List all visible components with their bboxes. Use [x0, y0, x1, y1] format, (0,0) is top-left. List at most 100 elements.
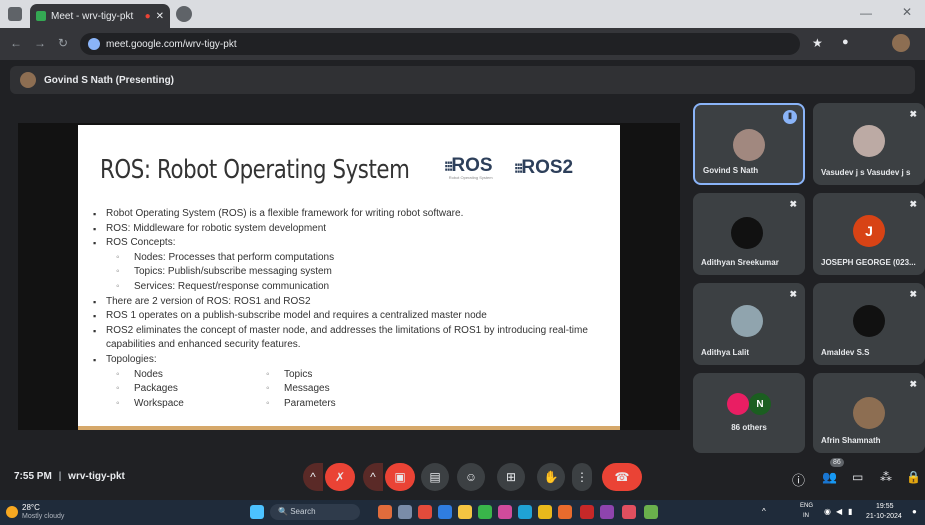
avatar [731, 305, 763, 337]
participant-name: Adithya Lalit [701, 348, 750, 357]
slide-bullet: Topologies: [93, 353, 606, 368]
muted-mic-icon: ✖ [789, 199, 797, 209]
app-icon[interactable] [378, 505, 392, 519]
forward-icon[interactable]: → [34, 36, 46, 50]
back-icon[interactable]: ← [10, 36, 22, 50]
reload-icon[interactable]: ↻ [58, 36, 68, 50]
minimize-icon[interactable]: — [860, 6, 872, 20]
battery-icon[interactable]: ▮ [848, 507, 852, 516]
app-icon[interactable] [418, 505, 432, 519]
lang-indicator[interactable]: ENG [800, 503, 813, 509]
app-icon[interactable] [580, 505, 594, 519]
topology-item: ◦ Workspace [116, 397, 184, 409]
bookmark-star-icon[interactable]: ★ [812, 36, 823, 50]
participant-name: Govind S Nath [703, 166, 759, 175]
browser-tab[interactable]: Meet - wrv-tigy-pkt ● ✕ [30, 4, 170, 28]
emoji-icon: ☺ [464, 470, 478, 484]
reactions-button[interactable]: ☺ [457, 463, 485, 491]
others-tile[interactable]: N 86 others [693, 373, 805, 453]
chrome-icon[interactable] [538, 505, 552, 519]
slide-bullet: ROS: Middleware for robotic system devel… [93, 222, 606, 237]
topology-item: ◦ Messages [266, 383, 330, 395]
window-menu-icon[interactable] [8, 7, 22, 21]
camera-toggle-button[interactable]: ▣ [385, 463, 415, 491]
ros2-logo: ⁝⁝⁝ROS2 [514, 157, 574, 178]
extension-icon[interactable]: ● [842, 36, 849, 48]
weather-icon[interactable] [6, 506, 18, 518]
avatar: J [853, 215, 885, 247]
mic-toggle-button[interactable]: ✗ [325, 463, 355, 491]
region-indicator: IN [803, 513, 809, 519]
video-options-button[interactable]: ^ [363, 463, 383, 491]
slide-sub-bullet: Services: Request/response communication [106, 280, 606, 295]
file-explorer-icon[interactable] [458, 505, 472, 519]
participant-name: Amaldev S.S [821, 348, 870, 357]
volume-icon[interactable]: ◀ [836, 507, 842, 516]
taskbar-search[interactable]: 🔍 Search [270, 504, 360, 520]
more-options-button[interactable]: ⋮ [572, 463, 592, 491]
muted-mic-icon: ✖ [789, 289, 797, 299]
meeting-details-icon[interactable]: ⓘ [792, 470, 805, 489]
participant-name: 86 others [731, 423, 767, 432]
app-icon[interactable] [498, 505, 512, 519]
presenter-label: Govind S Nath (Presenting) [44, 74, 175, 86]
slide-footer-bar [78, 426, 620, 430]
audio-options-button[interactable]: ^ [303, 463, 323, 491]
activities-icon[interactable]: ⁂ [880, 470, 892, 484]
chat-icon[interactable]: ▭ [852, 470, 863, 484]
url-text: meet.google.com/wrv-tigy-pkt [106, 38, 237, 50]
wifi-icon[interactable]: ◉ [824, 507, 831, 516]
participant-tile[interactable]: J ✖ JOSEPH GEORGE (023... [813, 193, 925, 275]
edge-icon[interactable] [518, 505, 532, 519]
people-icon[interactable]: 👥 [822, 470, 837, 484]
hang-up-icon: ☎ [614, 470, 630, 484]
notification-icon[interactable]: ● [912, 507, 917, 516]
clock-date[interactable]: 21-10-2024 [866, 513, 902, 520]
avatar [731, 217, 763, 249]
meeting-code: wrv-tigy-pkt [68, 471, 125, 482]
mic-off-icon: ✗ [334, 470, 346, 484]
participant-tile[interactable]: ✖ Vasudev j s Vasudev j s [813, 103, 925, 185]
address-bar[interactable]: meet.google.com/wrv-tigy-pkt [80, 33, 800, 55]
new-tab-button[interactable] [176, 6, 192, 22]
search-icon: 🔍 [278, 507, 288, 516]
topology-item: ◦ Packages [116, 383, 178, 395]
site-info-icon[interactable] [88, 38, 100, 50]
start-icon[interactable] [250, 505, 264, 519]
participant-tile[interactable]: ✖ Adithya Lalit [693, 283, 805, 365]
participant-tile[interactable]: ⦀ Govind S Nath [693, 103, 805, 185]
ros-logo-text: ROS [451, 155, 493, 176]
presentation-slide: ROS: Robot Operating System ⁝⁝⁝ROS Robot… [78, 125, 620, 430]
meet-favicon-icon [36, 11, 46, 21]
participant-tile[interactable]: ✖ Amaldev S.S [813, 283, 925, 365]
slide-bullet: ROS Concepts: [93, 236, 606, 251]
leave-call-button[interactable]: ☎ [602, 463, 642, 491]
hand-icon: ✋ [543, 470, 559, 484]
app-icon[interactable] [438, 505, 452, 519]
app-icon[interactable] [398, 505, 412, 519]
search-placeholder: Search [290, 507, 316, 516]
app-icon[interactable] [644, 505, 658, 519]
participant-tile[interactable]: ✖ Adithyan Sreekumar [693, 193, 805, 275]
clock-time[interactable]: 19:55 [876, 503, 894, 510]
camera-off-icon: ▣ [394, 470, 406, 484]
captions-button[interactable]: ▤ [421, 463, 449, 491]
slide-sub-bullet: Topics: Publish/subscribe messaging syst… [106, 265, 606, 280]
raise-hand-button[interactable]: ✋ [537, 463, 565, 491]
app-icon[interactable] [622, 505, 636, 519]
more-vert-icon: ⋮ [576, 470, 588, 484]
profile-avatar[interactable] [892, 34, 910, 52]
present-button[interactable]: ⊞ [497, 463, 525, 491]
tab-close-icon[interactable]: ✕ [156, 11, 164, 22]
people-count-badge: 86 [830, 458, 844, 467]
app-icon[interactable] [478, 505, 492, 519]
tray-overflow-icon[interactable]: ^ [762, 507, 766, 516]
app-icon[interactable] [558, 505, 572, 519]
meeting-time: 7:55 PM [14, 471, 52, 482]
app-icon[interactable] [600, 505, 614, 519]
weather-temp: 28°C [22, 503, 40, 512]
weather-desc: Mostly cloudy [22, 513, 65, 520]
participant-tile[interactable]: ✖ Afrin Shamnath [813, 373, 925, 453]
close-window-icon[interactable]: ✕ [902, 5, 912, 19]
host-controls-icon[interactable]: 🔒 [906, 470, 921, 484]
